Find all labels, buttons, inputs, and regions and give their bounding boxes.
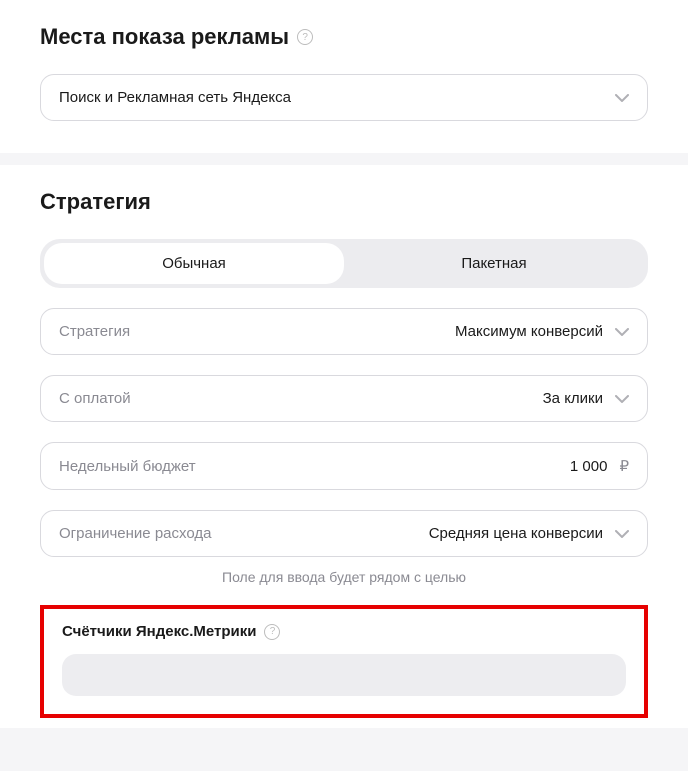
strategy-header: Стратегия bbox=[40, 189, 648, 215]
chevron-down-icon bbox=[615, 392, 629, 406]
strategy-type-segmented: Обычная Пакетная bbox=[40, 239, 648, 288]
ad-places-value: Поиск и Рекламная сеть Яндекса bbox=[59, 89, 291, 106]
spend-limit-label: Ограничение расхода bbox=[59, 525, 211, 542]
budget-value: 1 000 bbox=[570, 458, 608, 475]
chevron-down-icon bbox=[615, 325, 629, 339]
metrika-highlight: Счётчики Яндекс.Метрики ? bbox=[40, 605, 648, 718]
tab-packet[interactable]: Пакетная bbox=[344, 243, 644, 284]
strategy-value: Максимум конверсий bbox=[455, 323, 603, 340]
tab-normal[interactable]: Обычная bbox=[44, 243, 344, 284]
ad-places-panel: Места показа рекламы ? Поиск и Рекламная… bbox=[0, 0, 688, 153]
spend-limit-select[interactable]: Ограничение расхода Средняя цена конверс… bbox=[40, 510, 648, 557]
strategy-title: Стратегия bbox=[40, 189, 151, 215]
strategy-select[interactable]: Стратегия Максимум конверсий bbox=[40, 308, 648, 355]
metrika-input[interactable] bbox=[62, 654, 626, 696]
metrika-title: Счётчики Яндекс.Метрики bbox=[62, 623, 256, 640]
chevron-down-icon bbox=[615, 527, 629, 541]
metrika-header: Счётчики Яндекс.Метрики ? bbox=[62, 623, 626, 640]
spend-limit-value: Средняя цена конверсии bbox=[429, 525, 603, 542]
payment-select[interactable]: С оплатой За клики bbox=[40, 375, 648, 422]
help-icon[interactable]: ? bbox=[264, 624, 280, 640]
budget-currency: ₽ bbox=[619, 457, 629, 475]
chevron-down-icon bbox=[615, 91, 629, 105]
ad-places-title: Места показа рекламы bbox=[40, 24, 289, 50]
payment-value: За клики bbox=[543, 390, 603, 407]
strategy-label: Стратегия bbox=[59, 323, 130, 340]
budget-label: Недельный бюджет bbox=[59, 458, 196, 475]
spend-limit-hint: Поле для ввода будет рядом с целью bbox=[40, 569, 648, 585]
ad-places-select[interactable]: Поиск и Рекламная сеть Яндекса bbox=[40, 74, 648, 121]
weekly-budget-field[interactable]: Недельный бюджет 1 000 ₽ bbox=[40, 442, 648, 490]
payment-label: С оплатой bbox=[59, 390, 131, 407]
strategy-panel: Стратегия Обычная Пакетная Стратегия Мак… bbox=[0, 165, 688, 728]
help-icon[interactable]: ? bbox=[297, 29, 313, 45]
ad-places-header: Места показа рекламы ? bbox=[40, 24, 648, 50]
